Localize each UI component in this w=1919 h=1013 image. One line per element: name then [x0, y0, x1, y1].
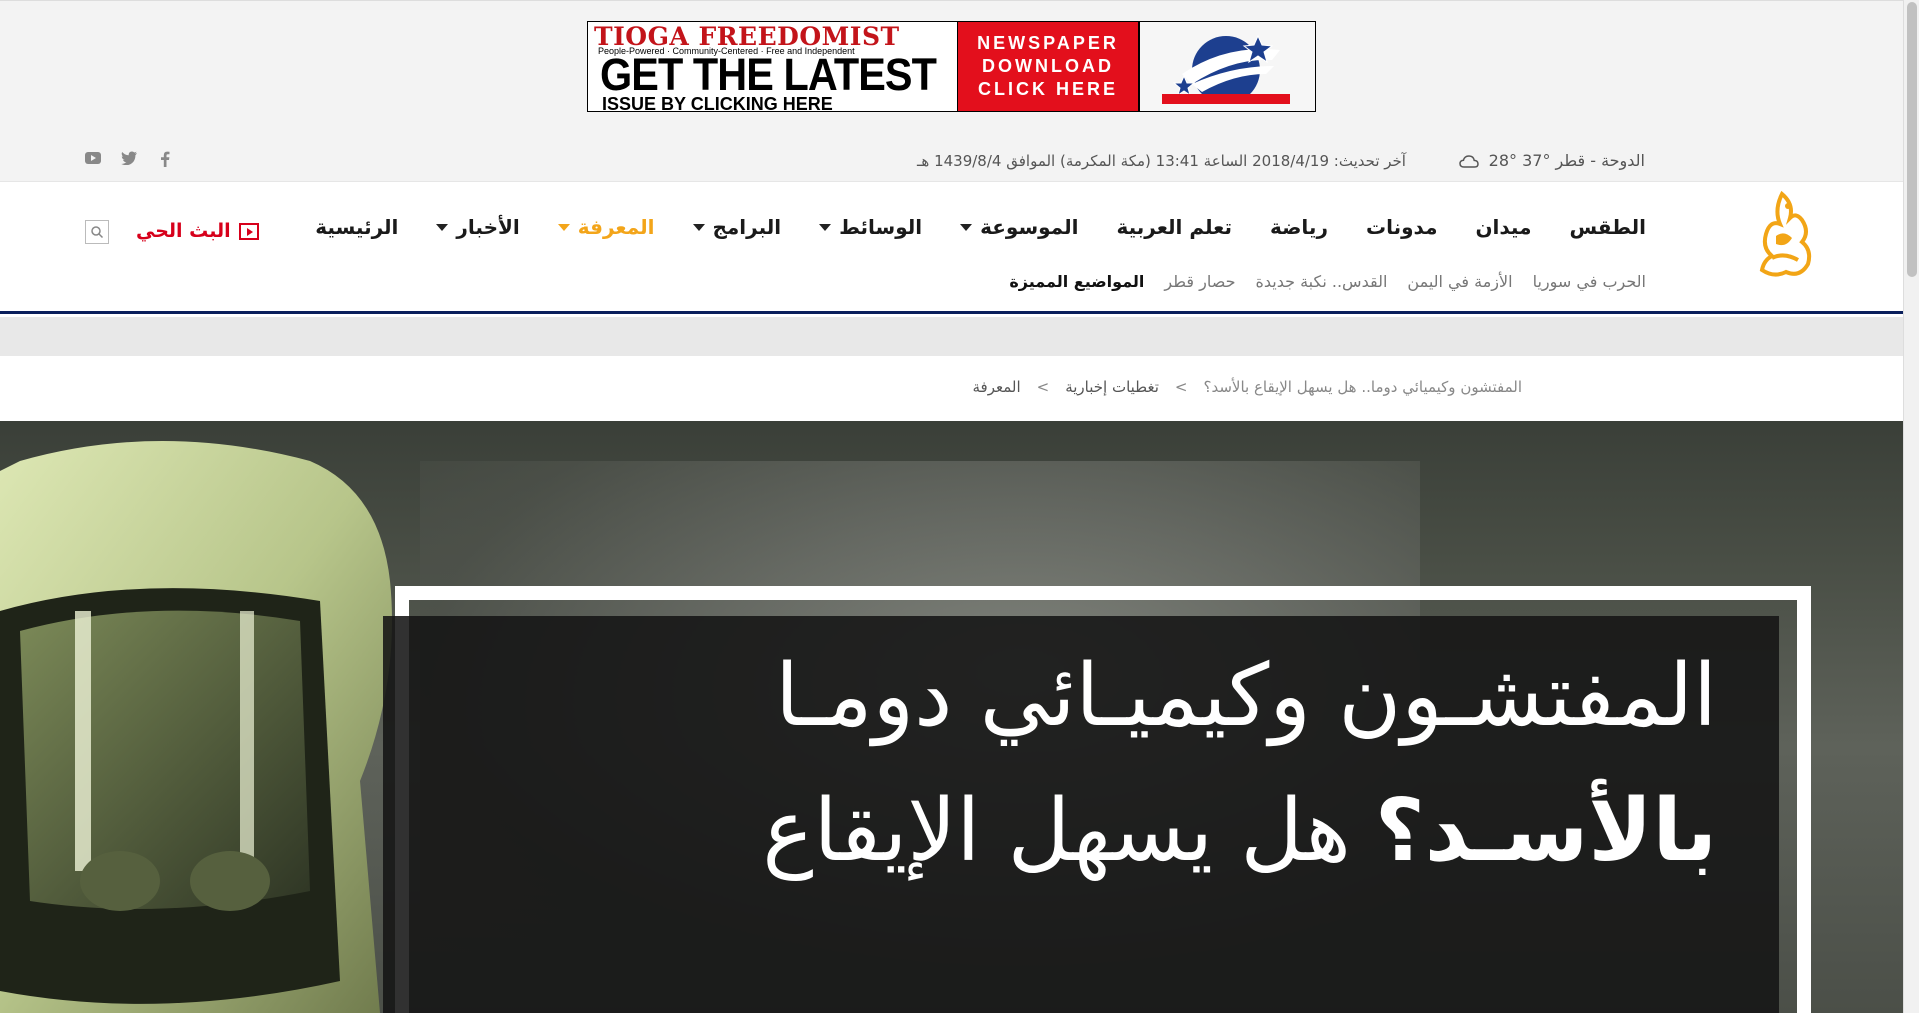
hero-title-line2-prefix: هل يسهل الإيقاع — [762, 781, 1351, 881]
featured-topics: المواضيع المميزة حصار قطر القدس.. نكبة ج… — [1009, 272, 1646, 291]
caret-down-icon — [819, 223, 832, 231]
breadcrumb-separator: > — [1174, 378, 1188, 396]
ad-banner[interactable]: TIOGA FREEDOMIST People-Powered · Commun… — [587, 21, 1316, 112]
hero-title-line2-bold: بالأسـد؟ — [1374, 781, 1717, 881]
nav-item-sports[interactable]: رياضة — [1270, 215, 1328, 239]
sub-nav-strip — [0, 317, 1903, 356]
ad-cta-line: CLICK HERE — [977, 79, 1118, 99]
aljazeera-logo[interactable] — [1752, 190, 1816, 280]
nav-item-label: مدونات — [1365, 215, 1438, 239]
weather-text: الدوحة - قطر °37 °28 — [1488, 151, 1645, 170]
nav-item-blogs[interactable]: مدونات — [1366, 215, 1437, 239]
scrollbar[interactable] — [1903, 0, 1919, 1013]
nav-item-news[interactable]: الأخبار — [436, 215, 520, 239]
social-links — [84, 151, 174, 169]
nav-item-media[interactable]: الوسائط — [819, 215, 922, 239]
caret-down-icon — [692, 223, 705, 231]
hero-title-line1: المفتشـون وكيميـائي دومـا — [775, 646, 1717, 746]
hazmat-figure-image — [0, 441, 393, 1013]
play-icon — [238, 222, 259, 240]
nav-item-label: الموسوعة — [980, 215, 1079, 239]
nav-item-midan[interactable]: ميدان — [1475, 215, 1531, 239]
facebook-icon[interactable] — [156, 151, 174, 169]
ad-strip: TIOGA FREEDOMIST People-Powered · Commun… — [0, 0, 1903, 137]
nav-item-knowledge[interactable]: المعرفة — [557, 215, 655, 239]
hero-image: المفتشـون وكيميـائي دومـا هل يسهل الإيقا… — [0, 421, 1903, 1013]
featured-link[interactable]: الأزمة في اليمن — [1407, 272, 1512, 291]
nav-item-home[interactable]: الرئيسية — [315, 215, 398, 239]
nav-item-label: تعلم العربية — [1116, 215, 1232, 239]
breadcrumb: المعرفة > تغطيات إخبارية > المفتشون وكيم… — [972, 378, 1522, 396]
twitter-icon[interactable] — [120, 151, 138, 169]
nav-item-programs[interactable]: البرامج — [692, 215, 782, 239]
youtube-icon[interactable] — [84, 151, 102, 169]
search-button[interactable] — [85, 220, 109, 244]
featured-link[interactable]: القدس.. نكبة جديدة — [1255, 272, 1387, 291]
info-bar: الدوحة - قطر °37 °28 آخر تحديث: 2018/4/1… — [0, 137, 1903, 182]
breadcrumb-item[interactable]: تغطيات إخبارية — [1065, 378, 1159, 396]
ad-cta-line: NEWSPAPER — [977, 33, 1119, 53]
nav-item-label: المعرفة — [577, 215, 655, 239]
featured-link[interactable]: الحرب في سوريا — [1533, 272, 1646, 291]
caret-down-icon — [436, 223, 449, 231]
live-stream-link[interactable]: البث الحي — [136, 220, 259, 242]
ad-cta[interactable]: NEWSPAPER DOWNLOAD CLICK HERE — [958, 22, 1138, 111]
ad-banner-left: TIOGA FREEDOMIST People-Powered · Commun… — [588, 22, 958, 111]
nav-item-label: ميدان — [1475, 215, 1532, 239]
main-nav: الرئيسية الأخبار المعرفة البرامج الوسائط… — [0, 182, 1903, 314]
caret-down-icon — [557, 223, 570, 231]
live-label: البث الحي — [136, 220, 231, 242]
scrollbar-thumb[interactable] — [1907, 2, 1917, 277]
breadcrumb-item[interactable]: المعرفة — [972, 378, 1020, 396]
ad-headline: GET THE LATEST — [600, 49, 937, 100]
featured-link[interactable]: حصار قطر — [1164, 272, 1235, 291]
nav-menu: الرئيسية الأخبار المعرفة البرامج الوسائط… — [315, 215, 1646, 239]
featured-title: المواضيع المميزة — [1009, 272, 1145, 291]
last-updated: آخر تحديث: 2018/4/19 الساعة 13:41 (مكة ا… — [917, 152, 1406, 170]
weather-widget[interactable]: الدوحة - قطر °37 °28 — [1458, 151, 1645, 170]
nav-item-label: رياضة — [1269, 215, 1328, 239]
eagle-emblem-icon — [1162, 34, 1290, 104]
search-icon — [91, 226, 104, 239]
ad-cta-line: DOWNLOAD — [982, 56, 1114, 76]
hero-title-line2: هل يسهل الإيقاع بالأسـد؟ — [762, 781, 1717, 881]
nav-item-label: البرامج — [712, 215, 782, 239]
nav-item-label: الوسائط — [839, 215, 923, 239]
nav-item-label: الطقس — [1569, 215, 1646, 239]
nav-item-weather[interactable]: الطقس — [1569, 215, 1646, 239]
nav-item-encyclopedia[interactable]: الموسوعة — [960, 215, 1078, 239]
breadcrumb-separator: > — [1036, 378, 1050, 396]
cloud-sun-icon — [1458, 154, 1479, 168]
ad-subline: ISSUE BY CLICKING HERE — [602, 94, 833, 112]
nav-item-learn-arabic[interactable]: تعلم العربية — [1116, 215, 1232, 239]
nav-item-label: الرئيسية — [315, 215, 399, 239]
breadcrumb-current: المفتشون وكيميائي دوما.. هل يسهل الإيقاع… — [1203, 378, 1522, 396]
ad-emblem-panel — [1138, 22, 1315, 111]
caret-down-icon — [960, 223, 973, 231]
nav-item-label: الأخبار — [456, 215, 520, 239]
